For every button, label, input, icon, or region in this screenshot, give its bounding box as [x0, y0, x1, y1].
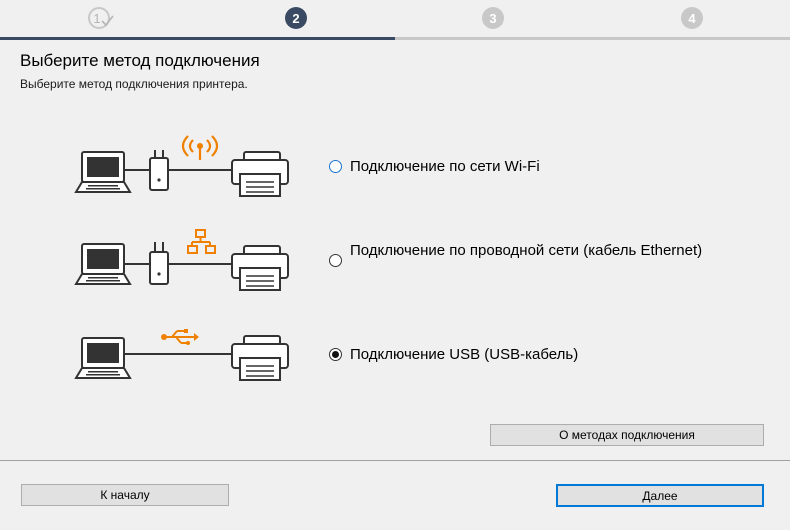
wifi-connection-illustration — [74, 135, 289, 197]
wifi-icon — [181, 135, 219, 160]
printer-icon — [231, 335, 289, 381]
printer-icon — [231, 151, 289, 197]
about-connection-methods-button[interactable]: О методах подключения — [490, 424, 764, 446]
step-4-pending: 4 — [681, 7, 703, 29]
progress-line-done — [0, 37, 395, 40]
option-wifi[interactable]: Подключение по сети Wi-Fi — [329, 157, 540, 176]
usb-radio[interactable] — [329, 348, 342, 361]
router-icon — [149, 242, 169, 285]
radio-selected-dot — [332, 351, 339, 358]
network-icon — [187, 229, 216, 254]
option-usb[interactable]: Подключение USB (USB-кабель) — [329, 345, 578, 364]
next-button[interactable]: Далее — [556, 484, 764, 507]
option-wifi-label: Подключение по сети Wi-Fi — [350, 158, 540, 175]
option-ethernet[interactable]: Подключение по проводной сети (кабель Et… — [329, 241, 730, 267]
printer-icon — [231, 245, 289, 291]
ethernet-connection-illustration — [74, 229, 289, 291]
router-icon — [149, 150, 169, 191]
footer-divider — [0, 460, 790, 461]
step-3-pending: 3 — [482, 7, 504, 29]
usb-connection-illustration — [74, 329, 289, 381]
page-subtitle: Выберите метод подключения принтера. — [20, 77, 248, 91]
option-ethernet-label: Подключение по проводной сети (кабель Et… — [350, 242, 703, 259]
ethernet-radio[interactable] — [329, 254, 342, 267]
step-2-current: 2 — [285, 7, 307, 29]
option-usb-label: Подключение USB (USB-кабель) — [350, 346, 579, 363]
back-to-start-button[interactable]: К началу — [21, 484, 229, 506]
wifi-radio[interactable] — [329, 160, 342, 173]
checkmark-icon — [101, 15, 114, 27]
step-indicator: 1 2 3 4 — [0, 0, 790, 40]
page-title: Выберите метод подключения — [20, 51, 260, 70]
usb-icon — [161, 329, 199, 345]
progress-line-pending — [395, 37, 790, 40]
